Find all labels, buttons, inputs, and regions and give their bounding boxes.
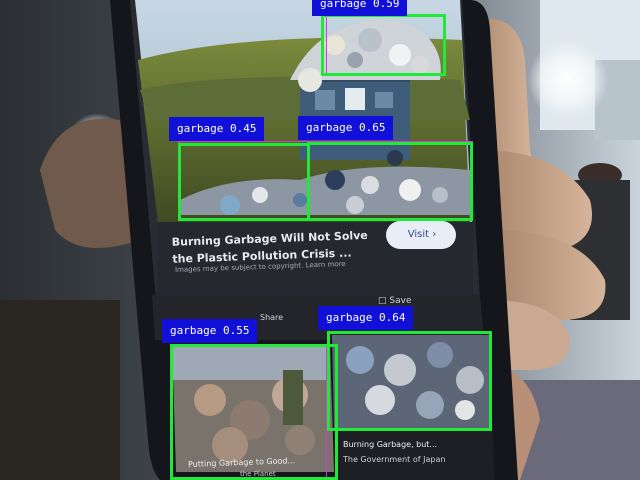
detection-box-5 <box>327 331 492 431</box>
bookmark-icon: □ <box>378 296 387 306</box>
detection-box-4 <box>170 344 338 480</box>
detection-label-2: garbage 0.45 <box>169 117 265 141</box>
visit-button[interactable]: Visit › <box>392 226 452 244</box>
share-button[interactable]: Share <box>260 313 283 322</box>
detection-label-5: garbage 0.64 <box>318 306 414 330</box>
detection-label-1: garbage 0.59 <box>312 0 408 16</box>
visit-button-label: Visit <box>407 229 430 240</box>
detection-label-3: garbage 0.65 <box>298 116 394 140</box>
detection-box-1 <box>321 14 446 76</box>
detection-label-4: garbage 0.55 <box>162 319 258 343</box>
detection-box-2 <box>178 143 310 221</box>
chevron-right-icon: › <box>429 229 437 240</box>
card-right-subtitle: The Government of Japan <box>343 455 446 464</box>
detection-box-3 <box>307 142 473 221</box>
save-button[interactable]: □ Save <box>378 296 411 306</box>
share-label: Share <box>260 313 284 322</box>
save-label: Save <box>389 296 412 306</box>
card-right-title[interactable]: Burning Garbage, but... <box>343 440 437 449</box>
photo-scene: Burning Garbage Will Not Solve the Plast… <box>0 0 640 480</box>
